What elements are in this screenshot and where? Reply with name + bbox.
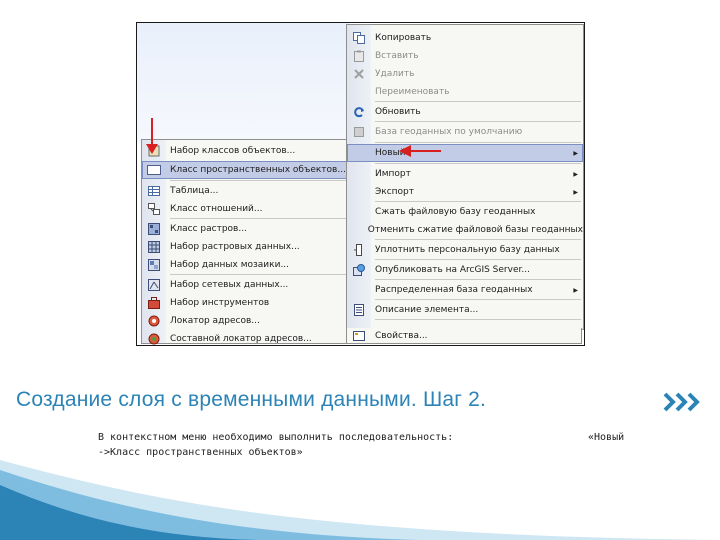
- menu-item-label: Набор сетевых данных...: [170, 280, 289, 290]
- delete-icon: [347, 69, 371, 79]
- menu-item-feature-class[interactable]: Класс пространственных объектов...: [142, 161, 348, 179]
- menu-item-label: Набор растровых данных...: [170, 242, 300, 252]
- menu-item-label: Экспорт: [375, 187, 415, 197]
- menu-item-default-geodatabase[interactable]: База геоданных по умолчанию: [347, 123, 583, 141]
- menu-item-distributed-geodatabase[interactable]: Распределенная база геоданных ▶: [347, 281, 583, 299]
- menu-item-uncompress[interactable]: Отменить сжатие файловой базы геоданных: [347, 221, 583, 239]
- item-description-icon: [347, 304, 371, 316]
- menu-item-address-locator[interactable]: Локатор адресов...: [142, 312, 348, 330]
- slide-title: Создание слоя с временными данными. Шаг …: [16, 388, 487, 411]
- menu-item-new[interactable]: Новый ▶: [347, 144, 583, 162]
- toolbox-icon: [142, 297, 166, 309]
- new-submenu: Набор классов объектов... Класс простран…: [141, 139, 349, 345]
- menu-separator: [375, 142, 581, 143]
- menu-item-label: Вставить: [375, 51, 419, 61]
- publish-icon: [347, 264, 371, 276]
- menu-separator: [375, 121, 581, 122]
- submenu-arrow-icon: ▶: [573, 170, 578, 178]
- mosaic-dataset-icon: [142, 259, 166, 271]
- menu-item-label: Таблица...: [170, 186, 219, 196]
- menu-item-rename[interactable]: Переименовать: [347, 83, 583, 101]
- menu-item-label: Импорт: [375, 169, 411, 179]
- menu-item-label: Обновить: [375, 107, 421, 117]
- menu-separator: [375, 201, 581, 202]
- relationship-class-icon: [142, 203, 166, 215]
- menu-separator: [375, 239, 581, 240]
- menu-item-refresh[interactable]: Обновить: [347, 103, 583, 121]
- menu-separator: [375, 259, 581, 260]
- menu-item-label: Уплотнить персональную базу данных: [375, 245, 560, 255]
- menu-separator: [375, 279, 581, 280]
- raster-catalog-icon: [142, 223, 166, 235]
- properties-icon: [347, 330, 371, 341]
- copy-icon: [347, 32, 371, 44]
- menu-item-paste[interactable]: Вставить: [347, 47, 583, 65]
- menu-item-toolbox[interactable]: Набор инструментов: [142, 294, 348, 312]
- compact-icon: [347, 244, 371, 256]
- menu-item-network-dataset[interactable]: Набор сетевых данных...: [142, 276, 348, 294]
- context-menu: Копировать Вставить Удалить Переименоват…: [346, 24, 584, 330]
- screenshot-frame: Набор классов объектов... Класс простран…: [136, 22, 585, 346]
- address-locator-icon: [142, 315, 166, 327]
- menu-item-composite-locator[interactable]: Составной локатор адресов...: [142, 330, 348, 345]
- catalog-background: [137, 23, 349, 143]
- menu-item-delete[interactable]: Удалить: [347, 65, 583, 83]
- menu-item-label: Локатор адресов...: [170, 316, 260, 326]
- geodatabase-icon: [347, 126, 371, 138]
- menu-separator: [375, 299, 581, 300]
- menu-item-label: Удалить: [375, 69, 415, 79]
- menu-item-description[interactable]: Описание элемента...: [347, 301, 583, 319]
- menu-item-copy[interactable]: Копировать: [347, 29, 583, 47]
- decorative-swoosh: [0, 451, 720, 540]
- menu-item-properties[interactable]: Свойства...: [346, 328, 582, 344]
- submenu-arrow-icon: ▶: [573, 286, 578, 294]
- menu-item-mosaic-dataset[interactable]: Набор данных мозаики...: [142, 256, 348, 274]
- menu-separator: [170, 218, 346, 219]
- menu-separator: [375, 163, 581, 164]
- menu-item-label: Класс растров...: [170, 224, 247, 234]
- menu-item-label: Класс отношений...: [170, 204, 263, 214]
- menu-separator: [170, 274, 346, 275]
- table-icon: [142, 186, 166, 196]
- menu-item-label: Набор классов объектов...: [170, 146, 296, 156]
- refresh-icon: [347, 106, 371, 118]
- menu-item-label: Опубликовать на ArcGIS Server...: [375, 265, 530, 275]
- menu-item-compact[interactable]: Уплотнить персональную базу данных: [347, 241, 583, 259]
- menu-item-label: Копировать: [375, 33, 432, 43]
- menu-item-label: Свойства...: [375, 330, 428, 341]
- submenu-arrow-icon: ▶: [573, 188, 578, 196]
- menu-item-table[interactable]: Таблица...: [142, 182, 348, 200]
- menu-item-export[interactable]: Экспорт ▶: [347, 183, 583, 201]
- menu-item-label: Описание элемента...: [375, 305, 479, 315]
- menu-item-label: Составной локатор адресов...: [170, 334, 312, 344]
- network-dataset-icon: [142, 279, 166, 291]
- menu-separator: [375, 101, 581, 102]
- menu-item-label: Переименовать: [375, 87, 450, 97]
- menu-item-label: Распределенная база геоданных: [375, 285, 533, 295]
- menu-item-import[interactable]: Импорт ▶: [347, 165, 583, 183]
- menu-item-label: Набор данных мозаики...: [170, 260, 290, 270]
- feature-class-icon: [142, 165, 166, 175]
- menu-item-feature-dataset[interactable]: Набор классов объектов...: [142, 142, 348, 160]
- menu-item-label: Отменить сжатие файловой базы геоданных: [367, 225, 583, 235]
- menu-item-label: Набор инструментов: [170, 298, 270, 308]
- menu-item-label: База геоданных по умолчанию: [375, 127, 523, 137]
- menu-item-relationship-class[interactable]: Класс отношений...: [142, 200, 348, 218]
- menu-separator: [170, 180, 346, 181]
- menu-item-label: Класс пространственных объектов...: [170, 165, 346, 175]
- paste-icon: [347, 50, 371, 62]
- composite-locator-icon: [142, 333, 166, 345]
- menu-item-raster-catalog[interactable]: Класс растров...: [142, 220, 348, 238]
- menu-item-raster-dataset[interactable]: Набор растровых данных...: [142, 238, 348, 256]
- submenu-arrow-icon: ▶: [573, 149, 578, 157]
- menu-item-publish[interactable]: Опубликовать на ArcGIS Server...: [347, 261, 583, 279]
- menu-item-label: Сжать файловую базу геоданных: [375, 207, 536, 217]
- double-chevron-icon: [663, 392, 700, 412]
- menu-separator: [375, 319, 581, 320]
- raster-dataset-icon: [142, 241, 166, 253]
- menu-item-compress[interactable]: Сжать файловую базу геоданных: [347, 203, 583, 221]
